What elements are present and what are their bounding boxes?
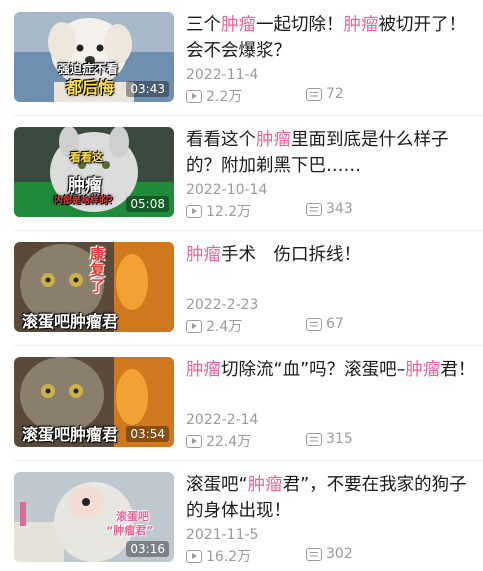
play-count-icon: [186, 549, 202, 563]
video-date: 2022-2-14: [186, 412, 259, 428]
comment-count-icon: [306, 87, 322, 101]
comment-count-icon: [306, 547, 322, 561]
divider: [14, 345, 483, 346]
play-count-icon: [186, 204, 202, 218]
play-count-icon: [186, 89, 202, 103]
comment-count: 343: [306, 201, 353, 217]
video-item[interactable]: 康复了 滚蛋吧肿瘤君 肿瘤手术 伤口拆线！ 2022-2-23 2.4万 67: [0, 242, 483, 346]
thumbnail-overlay-line: 康复了: [90, 245, 106, 295]
video-stats: 12.2万 343: [186, 201, 476, 221]
thumbnail-overlay-line: 滚蛋吧肿瘤君: [22, 312, 119, 331]
video-title[interactable]: 看看这个肿瘤里面到底是什么样子的？附加剃黑下巴……: [186, 127, 476, 179]
video-item[interactable]: 滚蛋吧肿瘤君 03:54 肿瘤切除流“血”吗？滚蛋吧–肿瘤君！ 2022-2-1…: [0, 357, 483, 461]
divider: [14, 460, 483, 461]
video-stats: 22.4万 315: [186, 431, 476, 451]
video-thumbnail[interactable]: 强迫症不看 都后悔 03:43: [14, 12, 174, 102]
video-stats: 16.2万 302: [186, 546, 476, 566]
video-title[interactable]: 滚蛋吧“肿瘤君”，不要在我家的狗子的身体出现！: [186, 472, 476, 524]
divider: [14, 115, 483, 116]
comment-count: 315: [306, 431, 353, 447]
video-thumbnail[interactable]: 滚蛋吧肿瘤君 03:54: [14, 357, 174, 447]
video-thumbnail[interactable]: 滚蛋吧 “肿瘤君” 03:16: [14, 472, 174, 562]
thumbnail-overlay-line: “肿瘤君”: [106, 524, 154, 537]
video-stats: 2.2万 72: [186, 86, 476, 106]
video-duration: 03:43: [126, 81, 169, 97]
divider: [14, 230, 483, 231]
thumbnail-overlay-line: 都后悔: [66, 78, 115, 97]
view-count: 2.4万: [186, 316, 242, 336]
video-title[interactable]: 肿瘤手术 伤口拆线！: [186, 242, 476, 268]
video-item[interactable]: 滚蛋吧 “肿瘤君” 03:16 滚蛋吧“肿瘤君”，不要在我家的狗子的身体出现！ …: [0, 472, 483, 571]
comment-count-icon: [306, 432, 322, 446]
video-title[interactable]: 肿瘤切除流“血”吗？滚蛋吧–肿瘤君！: [186, 357, 476, 383]
video-item[interactable]: 看看这 肿瘤 内部是啥样的？ 05:08 看看这个肿瘤里面到底是什么样子的？附加…: [0, 127, 483, 231]
view-count: 2.2万: [186, 86, 242, 106]
video-thumbnail[interactable]: 康复了 滚蛋吧肿瘤君: [14, 242, 174, 332]
video-date: 2022-2-23: [186, 297, 259, 313]
comment-count: 72: [306, 86, 344, 102]
video-duration: 03:16: [126, 541, 169, 557]
video-list: 强迫症不看 都后悔 03:43 三个肿瘤一起切除！肿瘤被切开了！会不会爆浆？ 2…: [0, 0, 483, 571]
video-duration: 03:54: [126, 426, 169, 442]
play-count-icon: [186, 434, 202, 448]
video-date: 2021-11-5: [186, 527, 259, 543]
view-count: 12.2万: [186, 201, 251, 221]
view-count: 22.4万: [186, 431, 251, 451]
video-stats: 2.4万 67: [186, 316, 476, 336]
thumbnail-overlay-line: 看看这: [70, 151, 103, 164]
comment-count: 67: [306, 316, 344, 332]
comment-count-icon: [306, 317, 322, 331]
play-count-icon: [186, 319, 202, 333]
video-duration: 05:08: [126, 196, 169, 212]
comment-count-icon: [306, 202, 322, 216]
comment-count: 302: [306, 546, 353, 562]
view-count: 16.2万: [186, 546, 251, 566]
video-date: 2022-10-14: [186, 182, 268, 198]
video-title[interactable]: 三个肿瘤一起切除！肿瘤被切开了！会不会爆浆？: [186, 12, 476, 64]
thumbnail-overlay-line: 滚蛋吧肿瘤君: [22, 425, 119, 444]
thumbnail-overlay-line: 内部是啥样的？: [54, 196, 118, 206]
video-date: 2022-11-4: [186, 67, 259, 83]
video-item[interactable]: 强迫症不看 都后悔 03:43 三个肿瘤一起切除！肿瘤被切开了！会不会爆浆？ 2…: [0, 12, 483, 116]
video-thumbnail[interactable]: 看看这 肿瘤 内部是啥样的？ 05:08: [14, 127, 174, 217]
